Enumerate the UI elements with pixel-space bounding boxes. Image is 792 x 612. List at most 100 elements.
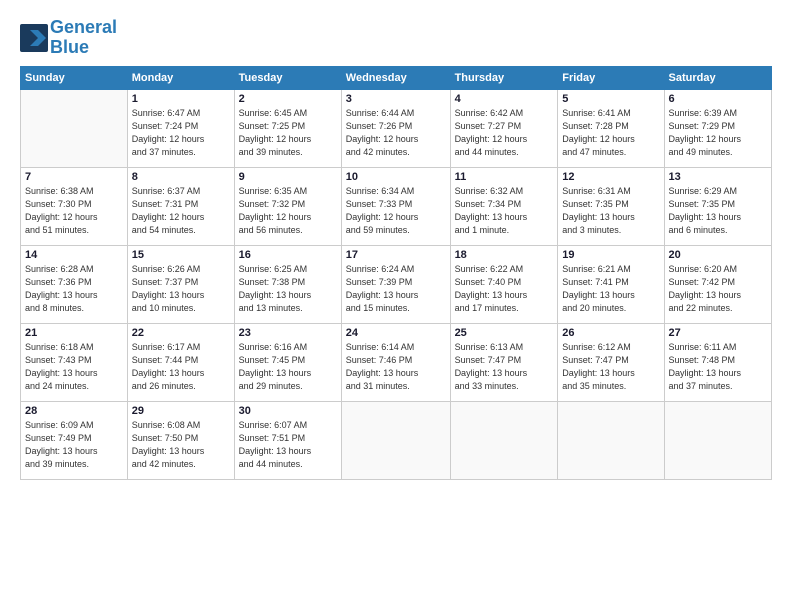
day-number: 18 bbox=[455, 249, 554, 261]
calendar-cell: 5Sunrise: 6:41 AMSunset: 7:28 PMDaylight… bbox=[558, 89, 664, 167]
day-number: 14 bbox=[25, 249, 123, 261]
day-number: 21 bbox=[25, 327, 123, 339]
day-number: 10 bbox=[346, 171, 446, 183]
calendar-cell: 13Sunrise: 6:29 AMSunset: 7:35 PMDayligh… bbox=[664, 167, 771, 245]
calendar-cell: 29 Sunrise: 6:08 AMSunset: 7:50 PMDayligh… bbox=[127, 401, 234, 479]
calendar-cell: 25Sunrise: 6:13 AMSunset: 7:47 PMDayligh… bbox=[450, 323, 558, 401]
calendar-cell: 27 Sunrise: 6:11 AMSunset: 7:48 PMDayligh… bbox=[664, 323, 771, 401]
cell-content: Sunrise: 6:31 AMSunset: 7:35 PMDaylight:… bbox=[562, 185, 659, 237]
calendar-table: SundayMondayTuesdayWednesdayThursdayFrid… bbox=[20, 66, 772, 480]
cell-content: Sunrise: 6:11 AMSunset: 7:48 PMDaylight:… bbox=[669, 341, 767, 393]
cell-content: Sunrise: 6:45 AMSunset: 7:25 PMDaylight:… bbox=[239, 107, 337, 159]
day-number: 29 bbox=[132, 405, 230, 417]
cell-content: Sunrise: 6:13 AMSunset: 7:47 PMDaylight:… bbox=[455, 341, 554, 393]
weekday-header: Friday bbox=[558, 66, 664, 89]
day-number: 8 bbox=[132, 171, 230, 183]
cell-content: Sunrise: 6:42 AMSunset: 7:27 PMDaylight:… bbox=[455, 107, 554, 159]
calendar-cell bbox=[664, 401, 771, 479]
cell-content: Sunrise: 6:26 AMSunset: 7:37 PMDaylight:… bbox=[132, 263, 230, 315]
day-number: 16 bbox=[239, 249, 337, 261]
calendar-cell: 22 Sunrise: 6:17 AMSunset: 7:44 PMDayligh… bbox=[127, 323, 234, 401]
day-number: 1 bbox=[132, 93, 230, 105]
calendar-cell bbox=[558, 401, 664, 479]
cell-content: Sunrise: 6:20 AMSunset: 7:42 PMDaylight:… bbox=[669, 263, 767, 315]
day-number: 19 bbox=[562, 249, 659, 261]
weekday-header: Tuesday bbox=[234, 66, 341, 89]
calendar-cell: 14 Sunrise: 6:28 AMSunset: 7:36 PMDayligh… bbox=[21, 245, 128, 323]
cell-content: Sunrise: 6:35 AMSunset: 7:32 PMDaylight:… bbox=[239, 185, 337, 237]
calendar-cell: 15 Sunrise: 6:26 AMSunset: 7:37 PMDayligh… bbox=[127, 245, 234, 323]
cell-content: Sunrise: 6:24 AMSunset: 7:39 PMDaylight:… bbox=[346, 263, 446, 315]
calendar-cell: 1 Sunrise: 6:47 AMSunset: 7:24 PMDaylight… bbox=[127, 89, 234, 167]
calendar-cell: 19 Sunrise: 6:21 AMSunset: 7:41 PMDayligh… bbox=[558, 245, 664, 323]
cell-content: Sunrise: 6:12 AMSunset: 7:47 PMDaylight:… bbox=[562, 341, 659, 393]
calendar-cell: 24 Sunrise: 6:14 AMSunset: 7:46 PMDayligh… bbox=[341, 323, 450, 401]
day-number: 28 bbox=[25, 405, 123, 417]
day-number: 4 bbox=[455, 93, 554, 105]
day-number: 23 bbox=[239, 327, 337, 339]
calendar-header: SundayMondayTuesdayWednesdayThursdayFrid… bbox=[21, 66, 772, 89]
cell-content: Sunrise: 6:07 AMSunset: 7:51 PMDaylight:… bbox=[239, 419, 337, 471]
cell-content: Sunrise: 6:18 AMSunset: 7:43 PMDaylight:… bbox=[25, 341, 123, 393]
calendar-cell bbox=[341, 401, 450, 479]
logo-icon bbox=[20, 24, 48, 52]
calendar-cell bbox=[21, 89, 128, 167]
cell-content: Sunrise: 6:28 AMSunset: 7:36 PMDaylight:… bbox=[25, 263, 123, 315]
calendar-cell bbox=[450, 401, 558, 479]
calendar-cell: 17 Sunrise: 6:24 AMSunset: 7:39 PMDayligh… bbox=[341, 245, 450, 323]
calendar-cell: 26 Sunrise: 6:12 AMSunset: 7:47 PMDayligh… bbox=[558, 323, 664, 401]
calendar-week-row: 14 Sunrise: 6:28 AMSunset: 7:36 PMDayligh… bbox=[21, 245, 772, 323]
weekday-header: Monday bbox=[127, 66, 234, 89]
calendar-cell: 11Sunrise: 6:32 AMSunset: 7:34 PMDayligh… bbox=[450, 167, 558, 245]
cell-content: Sunrise: 6:16 AMSunset: 7:45 PMDaylight:… bbox=[239, 341, 337, 393]
cell-content: Sunrise: 6:25 AMSunset: 7:38 PMDaylight:… bbox=[239, 263, 337, 315]
calendar-week-row: 21 Sunrise: 6:18 AMSunset: 7:43 PMDayligh… bbox=[21, 323, 772, 401]
cell-content: Sunrise: 6:09 AMSunset: 7:49 PMDaylight:… bbox=[25, 419, 123, 471]
cell-content: Sunrise: 6:08 AMSunset: 7:50 PMDaylight:… bbox=[132, 419, 230, 471]
day-number: 7 bbox=[25, 171, 123, 183]
cell-content: Sunrise: 6:34 AMSunset: 7:33 PMDaylight:… bbox=[346, 185, 446, 237]
day-number: 24 bbox=[346, 327, 446, 339]
cell-content: Sunrise: 6:22 AMSunset: 7:40 PMDaylight:… bbox=[455, 263, 554, 315]
calendar-cell: 2 Sunrise: 6:45 AMSunset: 7:25 PMDaylight… bbox=[234, 89, 341, 167]
day-number: 30 bbox=[239, 405, 337, 417]
calendar-cell: 9 Sunrise: 6:35 AMSunset: 7:32 PMDaylight… bbox=[234, 167, 341, 245]
day-number: 2 bbox=[239, 93, 337, 105]
cell-content: Sunrise: 6:37 AMSunset: 7:31 PMDaylight:… bbox=[132, 185, 230, 237]
cell-content: Sunrise: 6:21 AMSunset: 7:41 PMDaylight:… bbox=[562, 263, 659, 315]
cell-content: Sunrise: 6:39 AMSunset: 7:29 PMDaylight:… bbox=[669, 107, 767, 159]
cell-content: Sunrise: 6:38 AMSunset: 7:30 PMDaylight:… bbox=[25, 185, 123, 237]
calendar-cell: 28 Sunrise: 6:09 AMSunset: 7:49 PMDayligh… bbox=[21, 401, 128, 479]
calendar-cell: 20 Sunrise: 6:20 AMSunset: 7:42 PMDayligh… bbox=[664, 245, 771, 323]
calendar-cell: 7 Sunrise: 6:38 AMSunset: 7:30 PMDaylight… bbox=[21, 167, 128, 245]
calendar-cell: 18 Sunrise: 6:22 AMSunset: 7:40 PMDayligh… bbox=[450, 245, 558, 323]
cell-content: Sunrise: 6:47 AMSunset: 7:24 PMDaylight:… bbox=[132, 107, 230, 159]
day-number: 9 bbox=[239, 171, 337, 183]
calendar-body: 1 Sunrise: 6:47 AMSunset: 7:24 PMDaylight… bbox=[21, 89, 772, 479]
day-number: 11 bbox=[455, 171, 554, 183]
calendar-cell: 10 Sunrise: 6:34 AMSunset: 7:33 PMDayligh… bbox=[341, 167, 450, 245]
day-number: 13 bbox=[669, 171, 767, 183]
page: General Blue SundayMondayTuesdayWednesda… bbox=[0, 0, 792, 612]
day-number: 22 bbox=[132, 327, 230, 339]
day-number: 15 bbox=[132, 249, 230, 261]
cell-content: Sunrise: 6:44 AMSunset: 7:26 PMDaylight:… bbox=[346, 107, 446, 159]
weekday-header: Sunday bbox=[21, 66, 128, 89]
calendar-week-row: 1 Sunrise: 6:47 AMSunset: 7:24 PMDaylight… bbox=[21, 89, 772, 167]
day-number: 27 bbox=[669, 327, 767, 339]
calendar-cell: 6Sunrise: 6:39 AMSunset: 7:29 PMDaylight… bbox=[664, 89, 771, 167]
header: General Blue bbox=[20, 18, 772, 58]
cell-content: Sunrise: 6:17 AMSunset: 7:44 PMDaylight:… bbox=[132, 341, 230, 393]
day-number: 17 bbox=[346, 249, 446, 261]
weekday-header: Thursday bbox=[450, 66, 558, 89]
day-number: 26 bbox=[562, 327, 659, 339]
weekday-header: Wednesday bbox=[341, 66, 450, 89]
day-number: 12 bbox=[562, 171, 659, 183]
calendar-cell: 3Sunrise: 6:44 AMSunset: 7:26 PMDaylight… bbox=[341, 89, 450, 167]
logo-text: General Blue bbox=[50, 18, 117, 58]
calendar-cell: 12 Sunrise: 6:31 AMSunset: 7:35 PMDayligh… bbox=[558, 167, 664, 245]
calendar-week-row: 7 Sunrise: 6:38 AMSunset: 7:30 PMDaylight… bbox=[21, 167, 772, 245]
day-number: 20 bbox=[669, 249, 767, 261]
cell-content: Sunrise: 6:14 AMSunset: 7:46 PMDaylight:… bbox=[346, 341, 446, 393]
calendar-cell: 8 Sunrise: 6:37 AMSunset: 7:31 PMDaylight… bbox=[127, 167, 234, 245]
